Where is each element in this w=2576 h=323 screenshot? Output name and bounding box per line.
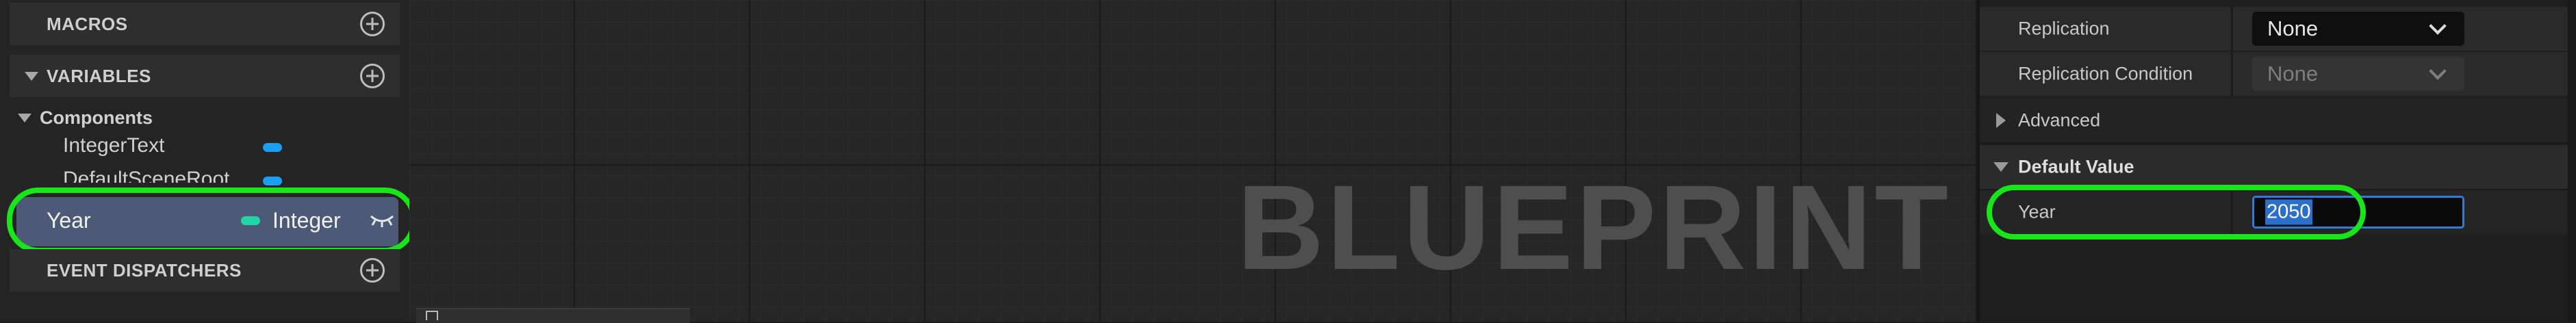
components-category[interactable]: Components: [18, 105, 153, 130]
replication-value: None: [2267, 16, 2319, 40]
property-row-year: Year 2050: [1980, 190, 2576, 235]
collapse-arrow-icon[interactable]: [18, 113, 31, 122]
blueprint-graph-canvas[interactable]: BLUEPRINT: [409, 0, 1977, 323]
add-event-dispatcher-plus-circle-icon[interactable]: [360, 258, 385, 283]
replication-condition-label: Replication Condition: [2018, 63, 2193, 84]
event-dispatchers-section-header[interactable]: EVENT DISPATCHERS: [10, 249, 400, 292]
property-row-replication: Replication None: [1980, 7, 2576, 52]
replication-dropdown[interactable]: None: [2252, 12, 2464, 46]
panel-scrollbar[interactable]: [2568, 0, 2576, 322]
object-type-pill-icon: [263, 177, 282, 185]
variables-label: VARIABLES: [47, 65, 151, 86]
chevron-down-icon: [2429, 62, 2447, 80]
components-label: Components: [40, 107, 153, 128]
category-advanced[interactable]: Advanced: [1980, 99, 2576, 144]
my-blueprint-panel: MACROS VARIABLES Components IntegerText …: [0, 0, 416, 322]
property-row-replication-condition: Replication Condition None: [1980, 52, 2576, 97]
collapse-arrow-icon[interactable]: [25, 71, 38, 81]
year-value-input[interactable]: 2050: [2252, 196, 2464, 229]
variables-section-header[interactable]: VARIABLES: [10, 55, 400, 97]
replication-condition-value: None: [2267, 62, 2319, 86]
event-dispatchers-label: EVENT DISPATCHERS: [47, 259, 242, 281]
details-panel: Replication None Replication Condition N…: [1977, 0, 2576, 322]
year-label: Year: [2018, 201, 2056, 222]
default-value-label: Default Value: [2018, 156, 2134, 177]
category-default-value[interactable]: Default Value: [1980, 145, 2576, 190]
component-item-integertext[interactable]: IntegerText: [63, 134, 164, 157]
graph-tab-strip[interactable]: [416, 308, 690, 323]
variable-name: Year: [47, 208, 91, 233]
macros-section-header[interactable]: MACROS: [10, 3, 400, 45]
advanced-label: Advanced: [2018, 109, 2101, 131]
variable-row-year[interactable]: Year Integer: [16, 197, 398, 246]
replication-label: Replication: [2018, 18, 2110, 39]
year-value-text: 2050: [2265, 199, 2312, 225]
column-divider[interactable]: [2231, 190, 2233, 234]
object-type-pill-icon: [263, 143, 282, 152]
blueprint-watermark: BLUEPRINT: [1236, 161, 1951, 295]
macros-label: MACROS: [47, 13, 128, 34]
expand-arrow-icon[interactable]: [1996, 113, 2006, 128]
chevron-down-icon: [2429, 17, 2447, 35]
integer-type-pill-icon[interactable]: [241, 216, 260, 225]
component-item-defaultsceneroot[interactable]: DefaultSceneRoot: [63, 168, 230, 183]
column-divider[interactable]: [2231, 52, 2233, 96]
add-macro-plus-circle-icon[interactable]: [360, 12, 385, 36]
add-variable-plus-circle-icon[interactable]: [360, 64, 385, 88]
variable-type[interactable]: Integer: [272, 208, 341, 233]
column-divider[interactable]: [2231, 7, 2233, 51]
collapse-arrow-icon[interactable]: [1993, 162, 2008, 172]
eye-closed-icon[interactable]: [368, 212, 396, 230]
replication-condition-dropdown: None: [2252, 57, 2464, 91]
grid-icon: [426, 311, 438, 320]
